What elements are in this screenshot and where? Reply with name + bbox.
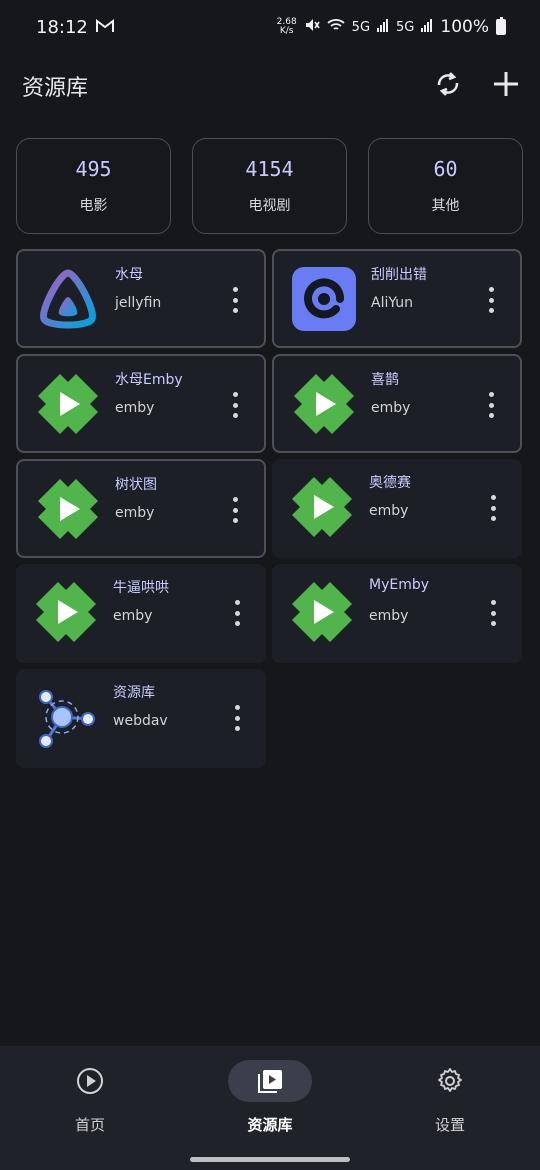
library-type: emby xyxy=(369,503,409,519)
library-type: emby xyxy=(115,400,155,416)
library-type: jellyfin xyxy=(115,295,162,311)
library-type: emby xyxy=(113,608,153,624)
library-name: 刮削出错 xyxy=(371,267,427,283)
emby-logo-icon xyxy=(290,475,354,539)
library-name: 牛逼哄哄 xyxy=(113,580,169,596)
stat-value: 60 xyxy=(433,157,458,181)
signal-bars-icon xyxy=(421,17,433,37)
webdav-logo-icon xyxy=(34,685,98,749)
library-name: 奥德赛 xyxy=(369,475,411,491)
sync-icon xyxy=(437,72,459,96)
stat-other[interactable]: 60 其他 xyxy=(368,138,523,234)
aliyun-logo-icon xyxy=(292,267,356,331)
nav-home[interactable]: 首页 xyxy=(0,1046,180,1156)
gear-icon xyxy=(408,1060,492,1102)
status-time: 18:12 xyxy=(36,16,88,38)
more-vert-icon[interactable] xyxy=(232,600,242,626)
app-bar: 资源库 xyxy=(0,58,540,114)
library-name: 喜鹊 xyxy=(371,372,399,388)
library-card[interactable]: 水母Emby emby xyxy=(16,354,266,453)
library-name: MyEmby xyxy=(369,577,430,593)
library-card[interactable]: MyEmby emby xyxy=(272,564,522,663)
nav-library[interactable]: 资源库 xyxy=(180,1046,360,1156)
signal-5g-2: 5G xyxy=(396,19,415,35)
home-indicator[interactable] xyxy=(190,1157,350,1162)
status-bar: 18:12 2.68 K/s 5G 5G 100% xyxy=(0,0,540,54)
emby-logo-icon xyxy=(290,580,354,644)
wifi-icon xyxy=(327,17,345,37)
nav-label: 首页 xyxy=(74,1116,105,1134)
net-speed: 2.68 K/s xyxy=(276,17,297,36)
gmail-icon xyxy=(95,17,114,38)
emby-logo-icon xyxy=(36,372,100,436)
nav-label: 设置 xyxy=(434,1116,465,1134)
library-card[interactable]: 奥德赛 emby xyxy=(272,459,522,558)
play-circle-icon xyxy=(48,1060,132,1102)
mute-icon xyxy=(304,17,320,38)
nav-label: 资源库 xyxy=(247,1116,293,1134)
more-vert-icon[interactable] xyxy=(486,392,496,418)
page-title: 资源库 xyxy=(22,76,89,101)
more-vert-icon[interactable] xyxy=(488,495,498,521)
library-card[interactable]: 水母 jellyfin xyxy=(16,249,266,348)
library-card[interactable]: 资源库 webdav xyxy=(16,669,266,768)
more-vert-icon[interactable] xyxy=(230,287,240,313)
library-name: 树状图 xyxy=(115,477,157,493)
signal-5g-1: 5G xyxy=(351,19,371,35)
more-vert-icon[interactable] xyxy=(488,600,498,626)
stat-label: 其他 xyxy=(431,198,460,214)
emby-logo-icon xyxy=(36,477,100,541)
library-type: emby xyxy=(371,400,411,416)
battery-icon xyxy=(496,17,506,35)
stat-label: 电视剧 xyxy=(248,198,291,214)
stat-tv[interactable]: 4154 电视剧 xyxy=(192,138,347,234)
library-type: AliYun xyxy=(371,295,414,311)
more-vert-icon[interactable] xyxy=(486,287,496,313)
emby-logo-icon xyxy=(292,372,356,436)
signal-bars-icon xyxy=(377,17,389,37)
library-type: webdav xyxy=(113,713,168,729)
jellyfin-logo-icon xyxy=(36,267,100,331)
bottom-nav: 首页 资源库 设置 xyxy=(0,1046,540,1170)
emby-logo-icon xyxy=(34,580,98,644)
library-card[interactable]: 刮削出错 AliYun xyxy=(272,249,522,348)
nav-settings[interactable]: 设置 xyxy=(360,1046,540,1156)
stat-value: 495 xyxy=(75,157,112,181)
library-card[interactable]: 喜鹊 emby xyxy=(272,354,522,453)
plus-icon xyxy=(494,72,518,96)
more-vert-icon[interactable] xyxy=(232,705,242,731)
stat-value: 4154 xyxy=(245,157,294,181)
library-card[interactable]: 树状图 emby xyxy=(16,459,266,558)
more-vert-icon[interactable] xyxy=(230,392,240,418)
library-name: 资源库 xyxy=(113,685,155,701)
battery-percent: 100% xyxy=(440,17,489,37)
stat-movies[interactable]: 495 电影 xyxy=(16,138,171,234)
more-vert-icon[interactable] xyxy=(230,497,240,523)
library-name: 水母Emby xyxy=(115,372,183,388)
sync-button[interactable] xyxy=(428,64,468,104)
library-type: emby xyxy=(115,505,155,521)
stat-label: 电影 xyxy=(79,198,108,214)
video-library-icon xyxy=(228,1060,312,1102)
add-button[interactable] xyxy=(486,64,526,104)
library-name: 水母 xyxy=(115,267,143,283)
library-card[interactable]: 牛逼哄哄 emby xyxy=(16,564,266,663)
library-type: emby xyxy=(369,608,409,624)
